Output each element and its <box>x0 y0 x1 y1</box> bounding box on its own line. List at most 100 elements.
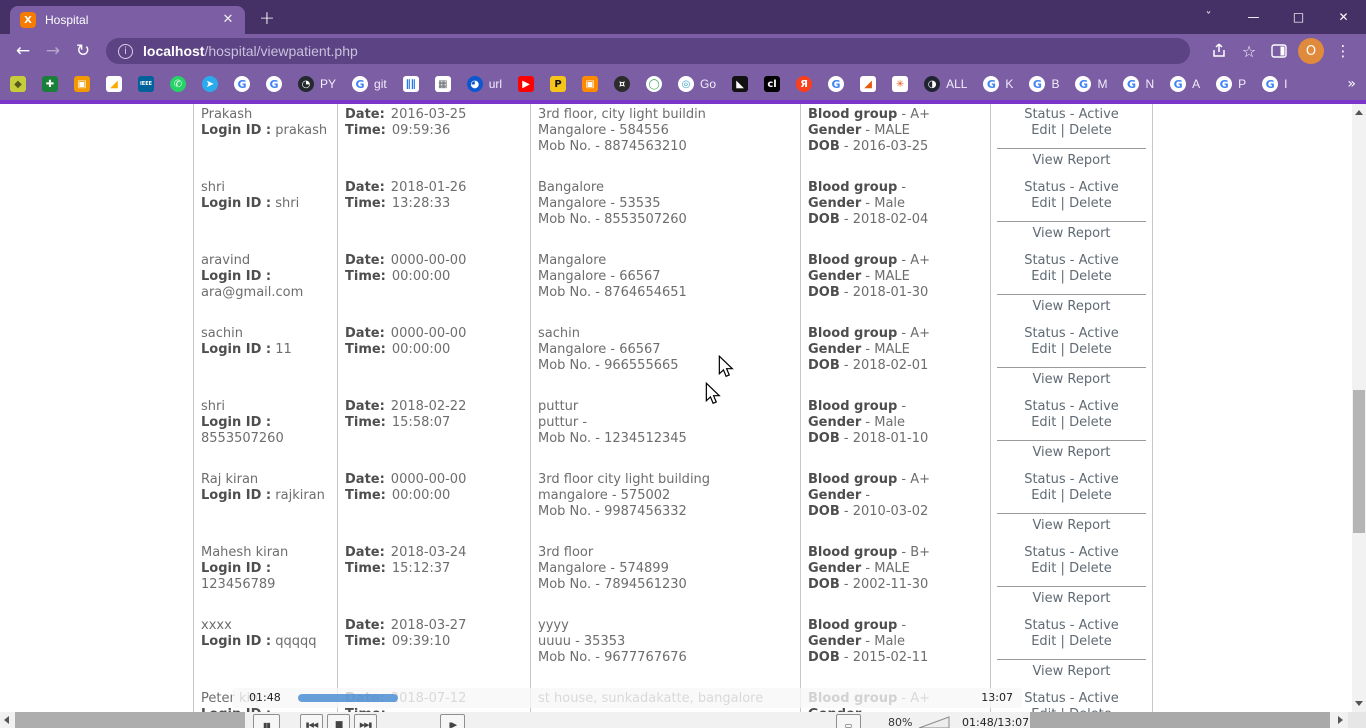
close-window-button[interactable]: ✕ <box>1321 0 1366 34</box>
edit-link[interactable]: Edit <box>1031 196 1056 211</box>
bookmark-item[interactable]: ◯ <box>646 76 663 92</box>
tab-search-chevron-icon[interactable]: ˇ <box>1186 0 1231 34</box>
player-seekbar[interactable]: 01:48 13:07 <box>232 688 1022 708</box>
minimize-button[interactable]: — <box>1231 0 1276 34</box>
view-report-link[interactable]: View Report <box>995 226 1148 242</box>
bookmark-item[interactable]: cl <box>764 76 781 92</box>
bookmark-item[interactable]: ◔ PY <box>298 76 336 92</box>
address-cell: Bangalore Mangalore - 53535 Mob No. - 85… <box>530 177 800 250</box>
bookmark-item[interactable]: Ggit <box>352 76 387 92</box>
delete-link[interactable]: Delete <box>1069 196 1112 211</box>
seekbar-progress[interactable] <box>298 694 398 702</box>
bookmark-item[interactable]: G <box>234 76 250 92</box>
patient-login: Login ID : prakash <box>201 123 328 138</box>
bookmark-item[interactable]: ✚ <box>42 76 58 92</box>
view-report-link[interactable]: View Report <box>995 299 1148 315</box>
bookmark-item[interactable]: ▶ <box>518 76 535 92</box>
bookmark-item[interactable]: ▣ <box>74 76 90 92</box>
bookmark-item[interactable]: ¤ <box>614 76 631 92</box>
bookmark-item[interactable]: G <box>828 76 845 92</box>
bookmark-item[interactable]: G <box>266 76 282 92</box>
site-info-icon[interactable]: i <box>118 43 133 59</box>
pause-button[interactable]: ▮▮ <box>253 714 280 728</box>
patient-name: Prakash <box>201 107 253 122</box>
view-report-link[interactable]: View Report <box>995 372 1148 388</box>
volume-wedge-icon[interactable] <box>918 714 950 728</box>
previous-button[interactable]: ▮◀◀ <box>300 714 323 728</box>
bookmark-star-icon[interactable]: ☆ <box>1234 37 1264 65</box>
delete-link[interactable]: Delete <box>1069 488 1112 503</box>
share-icon[interactable] <box>1204 37 1234 65</box>
bookmark-item[interactable]: GB <box>1029 76 1059 92</box>
bookmark-item[interactable]: ◢ <box>860 76 877 92</box>
stop-button[interactable]: ■ <box>327 714 350 728</box>
edit-link[interactable]: Edit <box>1031 634 1056 649</box>
fit-window-button[interactable]: ▭ <box>836 714 861 728</box>
horizontal-scroll-thumb-right[interactable] <box>1030 712 1330 728</box>
edit-link[interactable]: Edit <box>1031 415 1056 430</box>
horizontal-scroll-thumb-left[interactable] <box>15 712 245 728</box>
maximize-button[interactable]: □ <box>1276 0 1321 34</box>
bookmark-item[interactable]: ◕ url <box>466 76 502 92</box>
bookmark-item[interactable]: GN <box>1123 76 1154 92</box>
bookmark-label: I <box>1284 77 1288 91</box>
back-button[interactable]: ← <box>8 37 38 65</box>
forward-button[interactable]: → <box>38 37 68 65</box>
delete-link[interactable]: Delete <box>1069 415 1112 430</box>
delete-link[interactable]: Delete <box>1069 123 1112 138</box>
delete-link[interactable]: Delete <box>1069 342 1112 357</box>
bookmark-item[interactable]: GP <box>1216 76 1246 92</box>
view-report-link[interactable]: View Report <box>995 664 1148 680</box>
bookmark-item[interactable]: IEEE <box>138 76 154 92</box>
status-actions-cell: Status - Active Edit | Delete View Repor… <box>990 323 1153 396</box>
bookmark-item[interactable]: ∥∥ <box>402 76 419 92</box>
view-report-link[interactable]: View Report <box>995 591 1148 607</box>
bookmark-item[interactable]: ◣ <box>732 76 749 92</box>
bookmark-item[interactable]: Я <box>796 76 813 92</box>
bookmark-item[interactable]: GM <box>1075 76 1107 92</box>
delete-link[interactable]: Delete <box>1069 269 1112 284</box>
bookmark-item[interactable]: GI <box>1262 76 1288 92</box>
edit-link[interactable]: Edit <box>1031 342 1056 357</box>
profile-avatar[interactable]: O <box>1298 38 1324 64</box>
vertical-scrollbar[interactable] <box>1352 104 1366 712</box>
scroll-down-icon[interactable] <box>1355 701 1363 706</box>
status-actions-cell: Status - Active Edit | Delete View Repor… <box>990 104 1153 177</box>
edit-link[interactable]: Edit <box>1031 123 1056 138</box>
edit-link[interactable]: Edit <box>1031 488 1056 503</box>
delete-link[interactable]: Delete <box>1069 561 1112 576</box>
status-divider <box>997 440 1146 441</box>
bookmark-item[interactable]: ◑ ALL <box>924 76 967 92</box>
view-report-link[interactable]: View Report <box>995 445 1148 461</box>
vertical-scroll-thumb[interactable] <box>1353 390 1365 533</box>
bookmark-item[interactable]: ▣ <box>582 76 599 92</box>
bookmark-item[interactable]: ◎ Go <box>678 76 716 92</box>
address-bar[interactable]: i localhost/hospital/viewpatient.php <box>106 38 1190 64</box>
bookmark-item[interactable]: ▦ <box>434 76 451 92</box>
edit-link[interactable]: Edit <box>1031 269 1056 284</box>
scroll-right-icon[interactable] <box>1338 716 1343 724</box>
bookmark-item[interactable]: ✳ <box>892 76 909 92</box>
bookmark-item[interactable]: ➤ <box>202 76 218 92</box>
tab-close-icon[interactable]: ✕ <box>219 11 237 29</box>
scroll-up-icon[interactable] <box>1355 110 1363 115</box>
new-tab-button[interactable]: + <box>259 7 275 29</box>
next-button[interactable]: ▶▶▮ <box>354 714 377 728</box>
bookmarks-overflow-chevron[interactable]: » <box>1347 76 1356 92</box>
menu-kebab-icon[interactable]: ⋮ <box>1328 37 1358 65</box>
bookmark-item[interactable]: GA <box>1170 76 1200 92</box>
step-button[interactable]: ▮▶ <box>440 714 465 728</box>
bookmark-item[interactable]: GK <box>983 76 1013 92</box>
bookmark-item[interactable]: ◢ <box>106 76 122 92</box>
bookmark-item[interactable]: ◆ <box>10 76 26 92</box>
view-report-link[interactable]: View Report <box>995 153 1148 169</box>
view-report-link[interactable]: View Report <box>995 518 1148 534</box>
reload-button[interactable]: ↻ <box>68 37 98 65</box>
bookmark-item[interactable]: P <box>550 76 567 92</box>
delete-link[interactable]: Delete <box>1069 634 1112 649</box>
edit-link[interactable]: Edit <box>1031 561 1056 576</box>
browser-tab[interactable]: X Hospital ✕ <box>10 6 245 34</box>
scroll-left-icon[interactable] <box>4 716 9 724</box>
side-panel-icon[interactable] <box>1264 37 1294 65</box>
bookmark-item[interactable]: ✆ <box>170 76 186 92</box>
